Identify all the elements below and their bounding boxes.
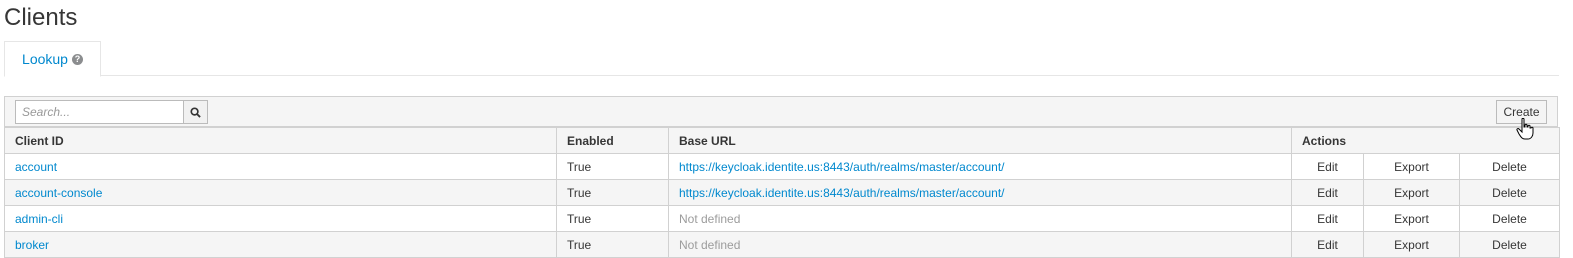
- table-header-row: Client ID Enabled Base URL Actions: [4, 127, 1560, 154]
- export-button[interactable]: Export: [1363, 205, 1460, 232]
- tab-bar: Lookup ?: [4, 41, 1559, 77]
- delete-button[interactable]: Delete: [1459, 205, 1560, 232]
- search-button[interactable]: [183, 100, 208, 124]
- edit-button[interactable]: Edit: [1291, 153, 1364, 180]
- base-url-cell: Not defined: [668, 205, 1292, 232]
- client-id-link[interactable]: account: [4, 153, 557, 180]
- delete-button[interactable]: Delete: [1459, 179, 1560, 206]
- header-base-url[interactable]: Base URL: [668, 127, 1292, 154]
- enabled-cell: True: [556, 153, 669, 180]
- export-button[interactable]: Export: [1363, 153, 1460, 180]
- search-input[interactable]: Search...: [15, 100, 184, 124]
- header-client-id[interactable]: Client ID: [4, 127, 557, 154]
- tab-lookup-label: Lookup: [22, 51, 68, 67]
- export-button[interactable]: Export: [1363, 231, 1460, 258]
- client-id-link[interactable]: broker: [4, 231, 557, 258]
- base-url-link[interactable]: https://keycloak.identite.us:8443/auth/r…: [668, 179, 1292, 206]
- client-id-link[interactable]: admin-cli: [4, 205, 557, 232]
- edit-button[interactable]: Edit: [1291, 179, 1364, 206]
- base-url-link[interactable]: https://keycloak.identite.us:8443/auth/r…: [668, 153, 1292, 180]
- header-enabled[interactable]: Enabled: [556, 127, 669, 154]
- enabled-cell: True: [556, 205, 669, 232]
- table-row: broker True Not defined Edit Export Dele…: [4, 231, 1560, 258]
- edit-button[interactable]: Edit: [1291, 205, 1364, 232]
- edit-button[interactable]: Edit: [1291, 231, 1364, 258]
- table-row: account-console True https://keycloak.id…: [4, 179, 1560, 206]
- page-title: Clients: [4, 4, 78, 31]
- clients-table: Client ID Enabled Base URL Actions accou…: [4, 127, 1560, 258]
- table-row: account True https://keycloak.identite.u…: [4, 153, 1560, 180]
- toolbar: Search... Create: [4, 96, 1558, 127]
- export-button[interactable]: Export: [1363, 179, 1460, 206]
- base-url-cell: Not defined: [668, 231, 1292, 258]
- help-icon[interactable]: ?: [71, 53, 83, 65]
- search-icon: [190, 106, 201, 118]
- tab-lookup[interactable]: Lookup ?: [4, 41, 101, 77]
- table-row: admin-cli True Not defined Edit Export D…: [4, 205, 1560, 232]
- delete-button[interactable]: Delete: [1459, 153, 1560, 180]
- delete-button[interactable]: Delete: [1459, 231, 1560, 258]
- enabled-cell: True: [556, 179, 669, 206]
- enabled-cell: True: [556, 231, 669, 258]
- hand-cursor-icon: [1516, 118, 1534, 140]
- client-id-link[interactable]: account-console: [4, 179, 557, 206]
